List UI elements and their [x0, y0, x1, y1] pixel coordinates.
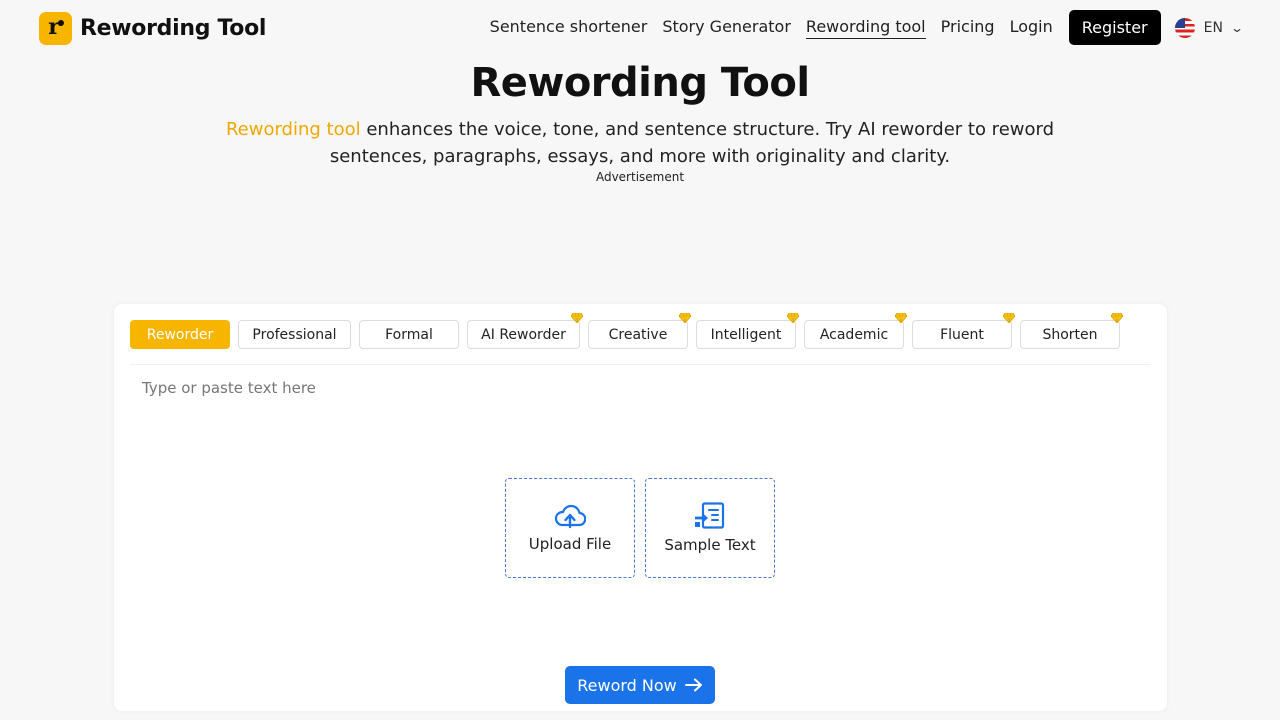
language-code: EN [1203, 19, 1223, 36]
mode-reworder[interactable]: Reworder [130, 320, 230, 349]
page-title: Rewording Tool [470, 60, 810, 106]
mode-professional[interactable]: Professional [238, 320, 351, 349]
sample-document-icon [695, 502, 725, 529]
nav-pricing[interactable]: Pricing [941, 17, 995, 38]
mode-label: Formal [385, 326, 433, 343]
text-input[interactable] [142, 374, 1142, 402]
tabs-divider [130, 364, 1151, 365]
cloud-upload-icon [554, 504, 586, 529]
reword-now-label: Reword Now [577, 675, 677, 695]
mode-label: Academic [819, 326, 889, 343]
rewording-card: Reworder Professional Formal AI Reworder… [114, 304, 1167, 711]
mode-label: Shorten [1042, 326, 1098, 343]
mode-tabs: Reworder Professional Formal AI Reworder… [130, 313, 1123, 349]
mode-academic[interactable]: Academic [804, 313, 907, 349]
premium-gem-icon [1111, 313, 1123, 323]
mode-creative[interactable]: Creative [588, 313, 691, 349]
site-header: r Rewording Tool Sentence shortener Stor… [0, 0, 1280, 56]
upload-file-label: Upload File [528, 535, 612, 553]
premium-gem-icon [571, 313, 583, 323]
nav-sentence-shortener[interactable]: Sentence shortener [490, 17, 648, 38]
mode-formal[interactable]: Formal [359, 320, 459, 349]
mode-label: Intelligent [710, 326, 782, 343]
language-selector[interactable]: EN ⌄ [1174, 17, 1245, 38]
logo[interactable]: r Rewording Tool [39, 11, 266, 45]
mode-intelligent[interactable]: Intelligent [696, 313, 799, 349]
advertisement-label: Advertisement [595, 170, 685, 184]
mode-shorten[interactable]: Shorten [1020, 313, 1123, 349]
mode-label: Reworder [146, 326, 214, 343]
us-flag-icon [1174, 17, 1195, 38]
subtitle-link[interactable]: Rewording tool [226, 119, 361, 140]
mode-ai-reworder[interactable]: AI Reworder [467, 313, 583, 349]
register-button[interactable]: Register [1068, 10, 1161, 45]
nav-login[interactable]: Login [1010, 17, 1053, 38]
reword-now-button[interactable]: Reword Now [565, 666, 715, 704]
input-options: Upload File Sample Text [505, 478, 775, 578]
nav-rewording-tool[interactable]: Rewording tool [805, 17, 926, 39]
upload-file-button[interactable]: Upload File [505, 478, 635, 578]
sample-text-label: Sample Text [664, 536, 756, 554]
premium-gem-icon [679, 313, 691, 323]
chevron-down-icon: ⌄ [1229, 20, 1245, 35]
mode-label: AI Reworder [481, 326, 566, 343]
subtitle-text: enhances the voice, tone, and sentence s… [329, 119, 1055, 167]
premium-gem-icon [787, 313, 799, 323]
mode-label: Creative [608, 326, 668, 343]
sample-text-button[interactable]: Sample Text [645, 478, 775, 578]
logo-text: Rewording Tool [80, 15, 267, 41]
mode-fluent[interactable]: Fluent [912, 313, 1015, 349]
page-subtitle: Rewording tool enhances the voice, tone,… [220, 116, 1060, 170]
logo-icon: r [39, 11, 72, 45]
arrow-right-icon [684, 678, 702, 692]
nav-story-generator[interactable]: Story Generator [662, 17, 791, 38]
premium-gem-icon [895, 313, 907, 323]
main-nav: Sentence shortener Story Generator Rewor… [475, 10, 1245, 45]
mode-label: Professional [252, 326, 337, 343]
mode-label: Fluent [940, 326, 984, 343]
premium-gem-icon [1003, 313, 1015, 323]
